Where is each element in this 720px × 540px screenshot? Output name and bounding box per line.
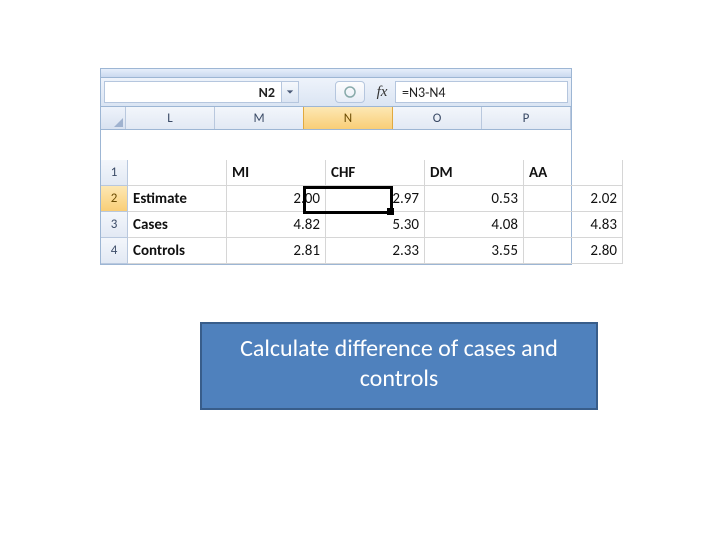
cell[interactable]: 2.00 [227, 186, 326, 212]
column-header-L[interactable]: L [126, 107, 215, 129]
row-header-2[interactable]: 2 [101, 186, 128, 212]
circle-icon [343, 85, 357, 99]
cell[interactable]: CHF [326, 160, 425, 186]
grid: 1 MI CHF DM AA 2 Estimate 2.00 2.97 0.53… [101, 130, 571, 264]
table-row: 2 Estimate 2.00 2.97 0.53 2.02 [101, 186, 571, 212]
cell[interactable]: 4.08 [425, 212, 524, 238]
column-header-M[interactable]: M [215, 107, 304, 129]
spreadsheet-window: N2 fx =N3-N4 L M N O P 1 MI CHF DM AA 2 … [100, 68, 572, 265]
cell-active[interactable]: 2.97 [326, 186, 425, 212]
chevron-down-icon [286, 88, 294, 96]
select-all-button[interactable] [101, 107, 126, 129]
cell[interactable] [128, 160, 227, 186]
cell[interactable]: 0.53 [425, 186, 524, 212]
cell[interactable]: DM [425, 160, 524, 186]
fx-label: fx [369, 78, 395, 106]
cell[interactable]: AA [524, 160, 623, 186]
column-header-O[interactable]: O [393, 107, 482, 129]
ribbon-strip [101, 69, 571, 78]
cell[interactable]: 4.83 [524, 212, 623, 238]
cell[interactable]: 2.33 [326, 238, 425, 264]
name-box[interactable]: N2 [104, 81, 282, 103]
table-row: 3 Cases 4.82 5.30 4.08 4.83 [101, 212, 571, 238]
cell[interactable]: 2.80 [524, 238, 623, 264]
cell[interactable]: Estimate [128, 186, 227, 212]
row-header-4[interactable]: 4 [101, 238, 128, 264]
fx-cancel-placeholder [299, 81, 317, 103]
cell[interactable]: 2.81 [227, 238, 326, 264]
insert-function-button[interactable] [335, 81, 365, 103]
cell[interactable]: 5.30 [326, 212, 425, 238]
formula-bar: N2 fx =N3-N4 [101, 78, 571, 107]
cell[interactable]: Cases [128, 212, 227, 238]
column-header-N[interactable]: N [303, 107, 393, 129]
table-row: 4 Controls 2.81 2.33 3.55 2.80 [101, 238, 571, 264]
annotation-callout: Calculate difference of cases and contro… [200, 322, 598, 410]
formula-input[interactable]: =N3-N4 [395, 81, 568, 103]
column-header-P[interactable]: P [482, 107, 571, 129]
cell[interactable]: 2.02 [524, 186, 623, 212]
row-header-1[interactable]: 1 [101, 160, 128, 186]
column-headers: L M N O P [101, 107, 571, 130]
name-box-dropdown[interactable] [282, 81, 299, 103]
cell[interactable]: 3.55 [425, 238, 524, 264]
grid-gap [101, 130, 571, 160]
table-row: 1 MI CHF DM AA [101, 160, 571, 186]
row-header-3[interactable]: 3 [101, 212, 128, 238]
cell[interactable]: 4.82 [227, 212, 326, 238]
cell[interactable]: MI [227, 160, 326, 186]
cell[interactable]: Controls [128, 238, 227, 264]
